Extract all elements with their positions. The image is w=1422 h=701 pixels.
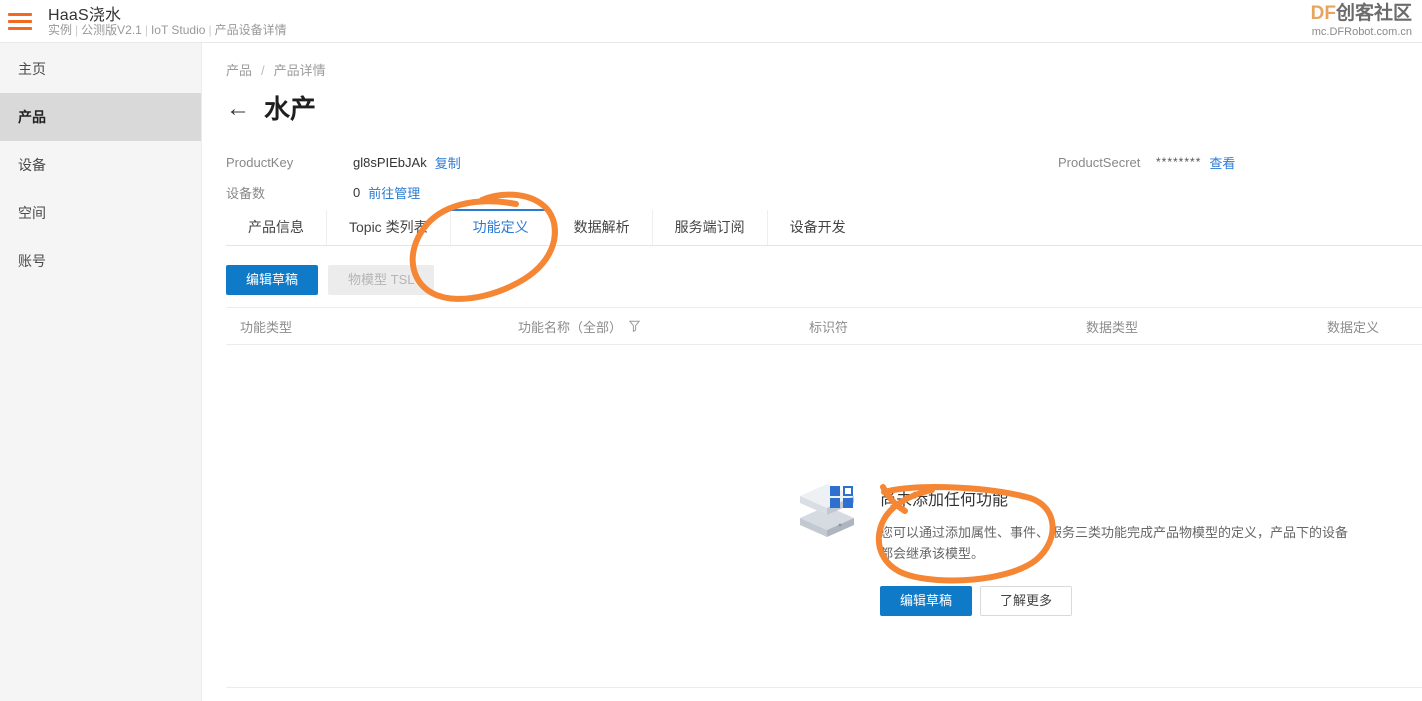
tab-bar: 产品信息 Topic 类列表 功能定义 数据解析 服务端订阅 设备开发: [226, 209, 1422, 246]
tsl-model-button: 物模型 TSL: [328, 265, 435, 295]
sidebar-item-spaces[interactable]: 空间: [0, 189, 201, 237]
arrow-left-icon[interactable]: ←: [226, 97, 250, 121]
breadcrumb-current: 产品详情: [273, 63, 326, 78]
tab-server-subscription[interactable]: 服务端订阅: [651, 210, 767, 245]
column-header-data-type: 数据类型: [1086, 319, 1139, 335]
tab-label: 功能定义: [472, 219, 529, 235]
breadcrumb-separator: /: [261, 63, 265, 78]
empty-state-actions: 编辑草稿 了解更多: [880, 586, 1350, 616]
product-key-label: ProductKey: [226, 154, 294, 170]
watermark-cn-text: 创客社区: [1335, 3, 1412, 24]
package-box-icon: [796, 480, 858, 542]
page-title: 水产: [264, 94, 317, 124]
top-header-bar: HaaS浇水 实例 | 公测版V2.1 | IoT Studio | 产品设备详情 DF创客…: [0, 0, 1422, 43]
breadcrumb: 产品 / 产品详情: [226, 60, 326, 79]
tab-label: 产品信息: [248, 219, 304, 235]
breadcrumb-parent[interactable]: 产品: [226, 63, 252, 78]
column-header-data-definition: 数据定义: [1327, 319, 1380, 335]
view-product-secret-link[interactable]: 查看: [1209, 153, 1235, 172]
sidebar-item-label: 主页: [18, 61, 46, 77]
edit-draft-button[interactable]: 编辑草稿: [226, 265, 319, 295]
column-header-identifier: 标识符: [809, 319, 849, 335]
column-header-feature-name: 功能名称（全部）: [504, 317, 795, 336]
hamburger-icon[interactable]: [8, 10, 32, 32]
app-subtitle-page: 产品设备详情: [214, 23, 287, 37]
column-header-feature-type: 功能类型: [240, 319, 293, 335]
app-subtitle-studio: IoT Studio: [150, 23, 206, 37]
app-subtitle: 实例 | 公测版V2.1 | IoT Studio | 产品设备详情: [48, 23, 287, 37]
tab-label: 数据解析: [573, 219, 630, 235]
feature-table: 功能类型 功能名称（全部） 标识符 数据类型 数据定义 尚未添加任何功能 您可以…: [226, 307, 1422, 688]
product-secret-label: ProductSecret: [1058, 154, 1141, 170]
tab-label: 设备开发: [789, 219, 846, 235]
watermark: DF创客社区 mc.DFRobot.com.cn: [1311, 3, 1412, 40]
page-header: ← 水产: [226, 95, 316, 124]
product-key-value: gl8sPIEbJAk: [353, 154, 427, 170]
product-meta-left: ProductKey gl8sPIEbJAk 复制 设备数 0 前往管理: [226, 147, 461, 207]
tab-data-parsing[interactable]: 数据解析: [550, 210, 652, 245]
app-subtitle-instance: 实例: [48, 23, 73, 37]
tab-label: 服务端订阅: [674, 219, 745, 235]
table-body: 尚未添加任何功能 您可以通过添加属性、事件、服务三类功能完成产品物模型的定义，产…: [226, 345, 1422, 688]
app-subtitle-version: 公测版V2.1: [81, 23, 142, 37]
device-count-row: 设备数 0 前往管理: [226, 177, 461, 207]
tab-feature-definition[interactable]: 功能定义: [449, 209, 551, 245]
watermark-url: mc.DFRobot.com.cn: [1311, 26, 1412, 38]
sidebar-item-label: 空间: [18, 205, 46, 221]
table-header-row: 功能类型 功能名称（全部） 标识符 数据类型 数据定义: [226, 307, 1422, 345]
tab-label: Topic 类列表: [349, 219, 428, 235]
device-count-value: 0: [353, 184, 361, 200]
go-to-device-management-link[interactable]: 前往管理: [368, 183, 420, 202]
sidebar-item-devices[interactable]: 设备: [0, 141, 201, 189]
product-key-row: ProductKey gl8sPIEbJAk 复制: [226, 147, 461, 177]
filter-icon[interactable]: [628, 320, 641, 333]
tab-topic-list[interactable]: Topic 类列表: [326, 210, 450, 245]
column-header-feature-name-label: 功能名称（全部）: [518, 319, 623, 335]
main-content: 产品 / 产品详情 ← 水产 ProductKey gl8sPIEbJAk 复制 设…: [202, 43, 1422, 701]
device-count-label: 设备数: [226, 185, 266, 201]
empty-state-description: 您可以通过添加属性、事件、服务三类功能完成产品物模型的定义，产品下的设备都会继承…: [880, 525, 1349, 561]
empty-state: 尚未添加任何功能 您可以通过添加属性、事件、服务三类功能完成产品物模型的定义，产…: [796, 480, 1350, 616]
sidebar-item-label: 产品: [18, 109, 46, 125]
learn-more-button[interactable]: 了解更多: [980, 586, 1073, 616]
sidebar: 主页 产品 设备 空间 账号: [0, 43, 202, 701]
product-secret-value: ********: [1156, 155, 1202, 169]
tab-device-development[interactable]: 设备开发: [766, 210, 868, 245]
sidebar-item-label: 设备: [18, 157, 46, 173]
empty-state-texts: 尚未添加任何功能 您可以通过添加属性、事件、服务三类功能完成产品物模型的定义，产…: [880, 480, 1350, 616]
sidebar-item-account[interactable]: 账号: [0, 237, 201, 285]
app-root: HaaS浇水 实例 | 公测版V2.1 | IoT Studio | 产品设备详情 DF创客…: [0, 0, 1422, 701]
sidebar-item-products[interactable]: 产品: [0, 93, 201, 141]
product-secret-row: ProductSecret ******** 查看: [1058, 147, 1235, 177]
sidebar-item-home[interactable]: 主页: [0, 45, 201, 93]
empty-edit-draft-button[interactable]: 编辑草稿: [880, 586, 973, 616]
tab-product-info[interactable]: 产品信息: [226, 210, 326, 245]
copy-product-key-link[interactable]: 复制: [435, 153, 461, 172]
toolbar: 编辑草稿 物模型 TSL: [226, 265, 435, 295]
sidebar-item-label: 账号: [18, 253, 46, 269]
watermark-df-text: DF: [1310, 3, 1336, 24]
empty-state-title: 尚未添加任何功能: [880, 492, 1009, 509]
